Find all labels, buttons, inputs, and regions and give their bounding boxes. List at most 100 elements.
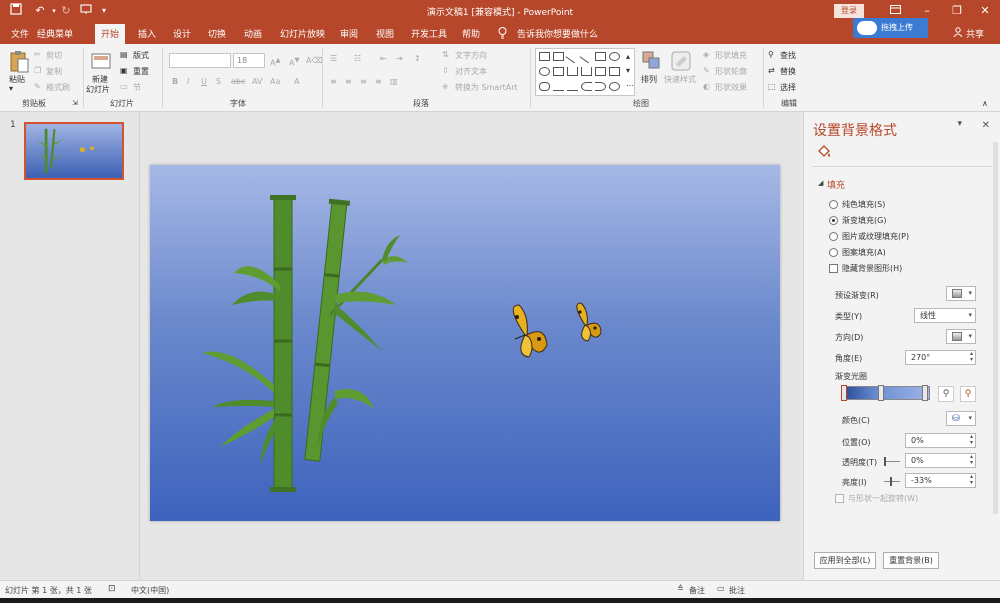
shape-textbox-vertical[interactable] bbox=[553, 52, 564, 61]
tab-home[interactable]: 开始 bbox=[95, 24, 126, 44]
columns-icon[interactable]: ▥ bbox=[390, 77, 398, 86]
format-painter-icon[interactable]: ✎ bbox=[34, 82, 41, 91]
copy-button[interactable]: 复制 bbox=[46, 66, 62, 77]
font-color-icon[interactable]: A bbox=[294, 77, 299, 86]
arrange-button[interactable]: 排列 bbox=[641, 74, 657, 85]
shape-outline-button[interactable]: 形状轮廓 bbox=[715, 66, 747, 77]
gradient-stops-bar[interactable] bbox=[841, 385, 930, 401]
align-center-icon[interactable]: ≡ bbox=[345, 77, 352, 86]
quick-styles-button[interactable]: 快速样式 bbox=[664, 74, 696, 85]
gallery-down-icon[interactable]: ▾ bbox=[626, 66, 630, 75]
tab-view[interactable]: 视图 bbox=[376, 27, 394, 40]
angle-input[interactable]: 270° ▴ ▾ bbox=[905, 350, 976, 365]
tell-me-search[interactable]: 告诉我你想要做什么 bbox=[517, 27, 598, 40]
increase-indent-icon[interactable]: ⇥ bbox=[396, 54, 403, 63]
direction-dropdown[interactable]: ▾ bbox=[946, 329, 976, 344]
line-spacing-icon[interactable]: ↕ bbox=[414, 54, 421, 63]
increase-font-icon[interactable]: A▲ bbox=[270, 56, 281, 68]
format-painter-button[interactable]: 格式刷 bbox=[46, 82, 70, 93]
restore-icon[interactable]: ❐ bbox=[942, 0, 972, 22]
panel-close-icon[interactable]: ✕ bbox=[982, 120, 990, 131]
char-spacing-icon[interactable]: AV bbox=[252, 77, 262, 86]
new-slide-label[interactable]: 幻灯片 bbox=[86, 84, 110, 95]
shapes-gallery[interactable]: ▴ ▾ ⋯ bbox=[535, 48, 635, 96]
shape-ellipse[interactable] bbox=[539, 67, 550, 76]
language-status[interactable]: 中文(中国) bbox=[131, 585, 169, 596]
shape-effects-button[interactable]: 形状效果 bbox=[715, 82, 747, 93]
section-collapse-icon[interactable]: ◢ bbox=[818, 179, 823, 187]
gallery-up-icon[interactable]: ▴ bbox=[626, 52, 630, 61]
select-icon[interactable]: ⬚ bbox=[768, 82, 776, 91]
bullets-icon[interactable]: ☰ bbox=[330, 54, 337, 63]
strikethrough-icon[interactable]: abc bbox=[231, 77, 245, 86]
align-text-button[interactable]: 对齐文本 bbox=[455, 66, 487, 77]
radio-pattern-fill[interactable] bbox=[829, 248, 838, 257]
find-icon[interactable]: ⚲ bbox=[768, 50, 774, 59]
font-size-input[interactable]: 18 bbox=[233, 53, 265, 68]
slide-canvas[interactable] bbox=[150, 165, 780, 521]
brightness-slider-thumb[interactable] bbox=[890, 477, 892, 486]
radio-solid-fill[interactable] bbox=[829, 200, 838, 209]
reset-icon[interactable]: ▣ bbox=[120, 66, 128, 75]
apply-to-all-button[interactable]: 应用到全部(L) bbox=[814, 552, 876, 569]
notes-button[interactable]: 备注 bbox=[689, 585, 705, 596]
upload-button[interactable]: 拖拽上传 bbox=[853, 18, 928, 38]
transparency-slider[interactable] bbox=[884, 461, 900, 462]
tab-transitions[interactable]: 切换 bbox=[208, 27, 226, 40]
tab-help[interactable]: 帮助 bbox=[462, 27, 480, 40]
shape-brace-left[interactable] bbox=[581, 82, 592, 91]
remove-stop-icon[interactable]: ⚲ bbox=[960, 386, 976, 402]
user-icon[interactable] bbox=[953, 27, 963, 40]
align-text-icon[interactable]: ⇳ bbox=[442, 66, 449, 75]
underline-icon[interactable]: U bbox=[201, 77, 207, 86]
shape-oval[interactable] bbox=[609, 52, 620, 61]
panel-scrollbar[interactable] bbox=[993, 142, 998, 514]
login-button[interactable]: 登录 bbox=[834, 4, 864, 18]
gallery-more-icon[interactable]: ⋯ bbox=[626, 81, 634, 90]
replace-icon[interactable]: ⇄ bbox=[768, 66, 775, 75]
shadow-icon[interactable]: S bbox=[216, 77, 221, 86]
shape-effects-icon[interactable]: ◐ bbox=[703, 82, 710, 91]
paste-dropdown-icon[interactable]: ▾ bbox=[9, 84, 13, 93]
shape-elbow[interactable] bbox=[567, 67, 578, 76]
tab-classic-menu[interactable]: 经典菜单 bbox=[37, 27, 73, 40]
tab-slideshow[interactable]: 幻灯片放映 bbox=[280, 27, 325, 40]
gradient-stop-1[interactable] bbox=[841, 385, 847, 401]
gradient-stop-3[interactable] bbox=[922, 385, 928, 401]
shape-outline-icon[interactable]: ✎ bbox=[703, 66, 710, 75]
shape-rectangle[interactable] bbox=[595, 52, 606, 61]
fill-section-header[interactable]: 填充 bbox=[827, 178, 845, 191]
align-left-icon[interactable]: ≡ bbox=[330, 77, 337, 86]
layout-icon[interactable]: ▤ bbox=[120, 50, 128, 59]
smartart-button[interactable]: 转换为 SmartArt bbox=[455, 82, 518, 93]
radio-gradient-fill[interactable] bbox=[829, 216, 838, 225]
shape-triangle[interactable] bbox=[553, 67, 564, 76]
spinner-icon[interactable]: ▴ ▾ bbox=[970, 454, 973, 466]
reset-background-button[interactable]: 重置背景(B) bbox=[883, 552, 939, 569]
clear-format-icon[interactable]: A⌫ bbox=[306, 56, 323, 65]
bold-icon[interactable]: B bbox=[172, 77, 178, 86]
notes-icon[interactable]: ≙ bbox=[677, 584, 684, 593]
shape-scribble[interactable] bbox=[567, 82, 578, 91]
shape-arrow[interactable] bbox=[579, 49, 594, 64]
layout-button[interactable]: 版式 bbox=[133, 50, 149, 61]
transparency-slider-thumb[interactable] bbox=[884, 457, 886, 466]
slide-thumbnail[interactable] bbox=[24, 122, 124, 180]
numbering-icon[interactable]: ☷ bbox=[354, 54, 361, 63]
tab-insert[interactable]: 插入 bbox=[138, 27, 156, 40]
smartart-icon[interactable]: ⎈ bbox=[442, 82, 448, 92]
spinner-icon[interactable]: ▴ ▾ bbox=[970, 351, 973, 363]
spinner-icon[interactable]: ▴ ▾ bbox=[970, 474, 973, 486]
preset-gradient-dropdown[interactable]: ▾ bbox=[946, 286, 976, 301]
italic-icon[interactable]: I bbox=[187, 77, 189, 86]
new-slide-icon[interactable] bbox=[90, 50, 112, 74]
cut-button[interactable]: 剪切 bbox=[46, 50, 62, 61]
shape-down-arrow[interactable] bbox=[609, 67, 620, 76]
shape-curve[interactable] bbox=[553, 82, 564, 91]
fill-bucket-icon[interactable] bbox=[816, 144, 832, 163]
paste-icon[interactable] bbox=[8, 50, 30, 74]
shape-line[interactable] bbox=[565, 49, 580, 64]
select-button[interactable]: 选择 bbox=[780, 82, 796, 93]
shape-textbox[interactable] bbox=[539, 52, 550, 61]
close-icon[interactable]: ✕ bbox=[970, 0, 1000, 22]
